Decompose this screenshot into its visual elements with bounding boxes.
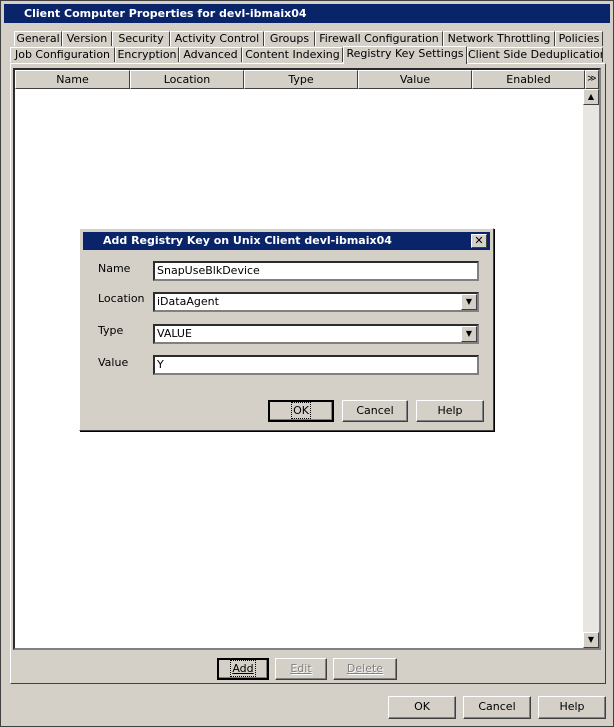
column-header-type[interactable]: Type (244, 70, 358, 89)
location-label: Location (98, 292, 145, 305)
type-value: VALUE (157, 327, 192, 340)
delete-button[interactable]: Delete (333, 658, 397, 680)
tab-version[interactable]: Version (62, 31, 112, 46)
add-button[interactable]: Add (217, 658, 269, 680)
scroll-down-icon[interactable]: ▼ (583, 632, 599, 648)
tab-network-throttling[interactable]: Network Throttling (443, 31, 555, 46)
dialog-ok-button[interactable]: OK (268, 400, 334, 422)
dialog-help-button[interactable]: Help (416, 400, 484, 422)
add-button-label: Add (230, 660, 256, 677)
tab-content-indexing[interactable]: Content Indexing (242, 47, 343, 62)
tab-encryption[interactable]: Encryption (115, 47, 179, 62)
ok-button[interactable]: OK (388, 696, 456, 719)
dialog-ok-label: OK (291, 402, 311, 419)
help-button[interactable]: Help (538, 696, 606, 719)
column-header-location[interactable]: Location (130, 70, 244, 89)
close-icon[interactable]: ✕ (471, 234, 487, 248)
tab-client-side-deduplication[interactable]: Client Side Deduplication (467, 47, 603, 62)
cancel-button[interactable]: Cancel (463, 696, 531, 719)
window-title: Client Computer Properties for devl-ibma… (4, 4, 610, 23)
tab-general[interactable]: General (14, 31, 62, 46)
tab-security[interactable]: Security (112, 31, 170, 46)
scroll-up-icon[interactable]: ▲ (583, 89, 599, 105)
value-field[interactable]: Y (153, 355, 479, 375)
location-value: iDataAgent (157, 295, 219, 308)
column-header-value[interactable]: Value (358, 70, 472, 89)
tab-job-configuration[interactable]: Job Configuration (10, 47, 115, 62)
value-label: Value (98, 356, 129, 369)
delete-button-label: Delete (346, 662, 384, 675)
edit-button[interactable]: Edit (275, 658, 327, 680)
chevron-down-icon[interactable]: ▼ (461, 294, 477, 310)
name-label: Name (98, 262, 131, 275)
dialog-cancel-button[interactable]: Cancel (342, 400, 408, 422)
dialog-title-text: Add Registry Key on Unix Client devl-ibm… (103, 234, 392, 247)
type-label: Type (98, 324, 124, 337)
tab-registry-key-settings[interactable]: Registry Key Settings (343, 46, 467, 64)
tab-firewall-configuration[interactable]: Firewall Configuration (315, 31, 443, 46)
chevron-down-icon[interactable]: ▼ (461, 326, 477, 342)
column-header-enabled[interactable]: Enabled (472, 70, 585, 89)
tab-advanced[interactable]: Advanced (179, 47, 242, 62)
edit-button-label: Edit (290, 662, 312, 675)
tab-activity-control[interactable]: Activity Control (170, 31, 264, 46)
add-registry-key-dialog: Add Registry Key on Unix Client devl-ibm… (79, 228, 494, 431)
location-select[interactable]: iDataAgent ▼ (153, 292, 479, 312)
tab-policies[interactable]: Policies (555, 31, 603, 46)
tab-groups[interactable]: Groups (264, 31, 315, 46)
name-field[interactable]: SnapUseBlkDevice (153, 261, 479, 281)
type-select[interactable]: VALUE ▼ (153, 324, 479, 344)
dialog-title: Add Registry Key on Unix Client devl-ibm… (83, 232, 490, 250)
column-header-name[interactable]: Name (15, 70, 130, 89)
vertical-scrollbar[interactable]: ▲ ▼ (583, 89, 599, 648)
column-chooser-icon[interactable]: ≫ (585, 70, 599, 89)
